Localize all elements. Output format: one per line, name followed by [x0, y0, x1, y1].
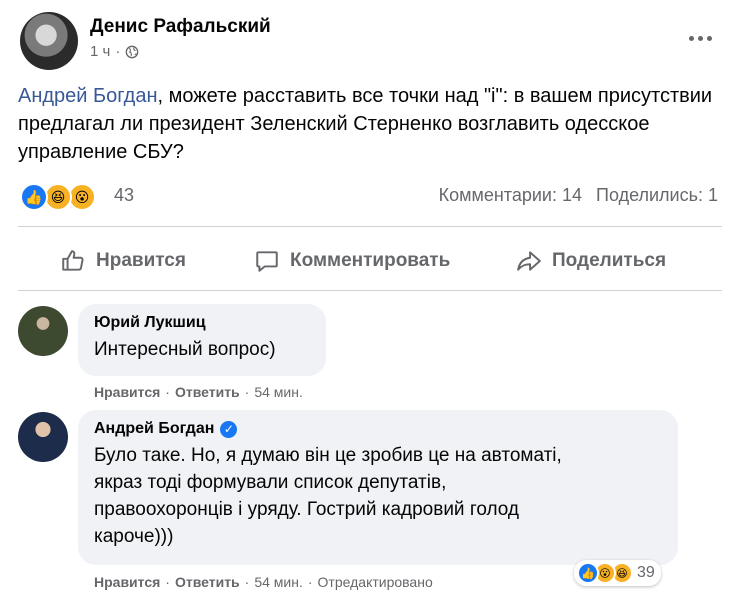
post-action-bar: Нравится Комментировать Поделиться [18, 234, 722, 288]
comment-bubble: Юрий Лукшиц Интересный вопрос) [78, 304, 326, 376]
comment-line: якраз тоді формували список депутатів, [94, 472, 447, 493]
comment: Юрий Лукшиц Интересный вопрос) Нравится … [18, 304, 722, 404]
author-avatar[interactable] [20, 12, 78, 70]
more-options-button[interactable] [682, 26, 718, 50]
reactions-summary: 👍 😆 😮 43 Комментарии: 14 Поделились: 1 [18, 182, 722, 212]
comment-line: правоохоронців і уряду. Гострий кадровий… [94, 499, 520, 520]
comment: Андрей Богдан ✓ Було таке. Но, я думаю в… [18, 410, 722, 600]
post-meta: 1 ч · [90, 43, 139, 60]
verified-icon: ✓ [220, 420, 238, 438]
separator: · [244, 384, 250, 400]
comment-line: кароче))) [94, 526, 174, 547]
share-button[interactable]: Поделиться [516, 244, 666, 278]
like-icon [62, 250, 84, 271]
post-stats: Комментарии: 14 Поделились: 1 [439, 185, 718, 206]
wow-reaction-icon: 😮 [68, 183, 96, 211]
haha-reaction-icon: 😆 [44, 183, 72, 211]
comment-time[interactable]: 54 мин. [254, 574, 303, 590]
comment-actions: Нравится · Ответить · 54 мин. · Отредакт… [94, 574, 433, 590]
reactions-count[interactable]: 43 [114, 185, 134, 206]
reaction-icons[interactable]: 👍 😆 😮 [20, 183, 110, 211]
comments-count[interactable]: Комментарии: 14 [439, 185, 582, 206]
comment-bubble: Андрей Богдан ✓ Було таке. Но, я думаю в… [78, 410, 678, 565]
share-label: Поделиться [552, 250, 667, 271]
like-reaction-icon: 👍 [577, 562, 599, 584]
comment-reaction-icons: 👍 😮 😆 [577, 562, 633, 584]
comment-text: Було таке. Но, я думаю він це зробив це … [94, 442, 662, 550]
shares-count[interactable]: Поделились: 1 [596, 185, 718, 206]
comment-text: Интересный вопрос) [94, 339, 276, 360]
meta-separator: · [115, 43, 121, 60]
globe-icon [125, 45, 139, 58]
separator: · [307, 574, 313, 590]
like-label: Нравится [96, 250, 186, 271]
comment-line: Було таке. Но, я думаю він це зробив це … [94, 445, 562, 466]
like-button[interactable]: Нравится [60, 244, 186, 278]
more-icon [688, 35, 694, 41]
like-reaction-icon: 👍 [20, 183, 48, 211]
post-text: Андрей Богдан, можете расставить все точ… [18, 82, 718, 166]
comment-author[interactable]: Андрей Богдан [94, 419, 214, 439]
comment-author[interactable]: Юрий Лукшиц [94, 313, 310, 333]
comment-like-link[interactable]: Нравится [94, 574, 160, 590]
comment-actions: Нравится · Ответить · 54 мин. [94, 384, 303, 400]
mention-link[interactable]: Андрей Богдан [18, 85, 158, 107]
divider [18, 290, 722, 291]
comment-label: Комментировать [290, 250, 451, 271]
author-name[interactable]: Денис Рафальский [90, 16, 271, 38]
post-time[interactable]: 1 ч [90, 43, 110, 60]
comment-button[interactable]: Комментировать [254, 244, 450, 278]
comment-reactions-count: 39 [637, 564, 655, 581]
comment-like-link[interactable]: Нравится [94, 384, 160, 400]
comment-reply-link[interactable]: Ответить [175, 574, 240, 590]
divider [18, 226, 722, 227]
comment-reactions[interactable]: 👍 😮 😆 39 [574, 560, 661, 586]
comment-time[interactable]: 54 мин. [254, 384, 303, 400]
separator: · [165, 574, 170, 590]
edited-label[interactable]: Отредактировано [318, 574, 433, 590]
avatar[interactable] [18, 306, 68, 356]
separator: · [244, 574, 250, 590]
share-icon [517, 251, 541, 271]
comment-reply-link[interactable]: Ответить [175, 384, 240, 400]
comment-icon [256, 251, 278, 272]
comment-author-row: Андрей Богдан ✓ [94, 419, 662, 439]
separator: · [165, 384, 170, 400]
post-header: Денис Рафальский 1 ч · [18, 10, 722, 70]
avatar[interactable] [18, 412, 68, 462]
